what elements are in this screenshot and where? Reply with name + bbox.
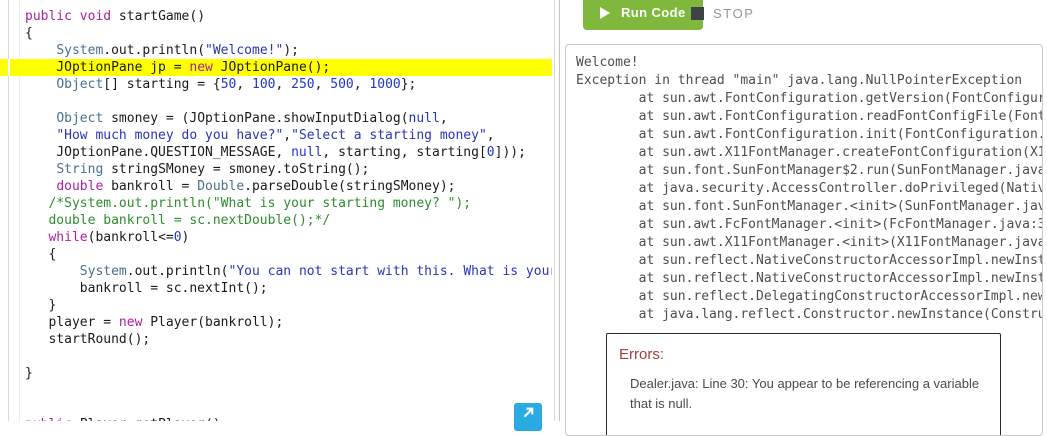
code-line[interactable]: player = new Player(bankroll); bbox=[0, 314, 552, 331]
code-line[interactable]: Object[] starting = {50, 100, 250, 500, … bbox=[0, 76, 552, 93]
code-line[interactable]: public Player getPlayer() bbox=[0, 416, 552, 421]
code-line[interactable]: { bbox=[0, 246, 552, 263]
code-line[interactable]: double bankroll = sc.nextDouble();*/ bbox=[0, 212, 552, 229]
console-output: Welcome! Exception in thread "main" java… bbox=[576, 55, 1042, 322]
expand-editor-button[interactable] bbox=[514, 403, 542, 431]
code-line[interactable] bbox=[0, 382, 552, 399]
code-line[interactable]: while(bankroll<=0) bbox=[0, 229, 552, 246]
code-line[interactable]: System.out.println("Welcome!"); bbox=[0, 42, 552, 59]
code-line[interactable]: startRound(); bbox=[0, 331, 552, 348]
stop-button[interactable]: STOP bbox=[691, 5, 755, 21]
console-output-box[interactable]: Welcome! Exception in thread "main" java… bbox=[565, 44, 1043, 436]
errors-title: Errors: bbox=[619, 346, 664, 363]
code-line[interactable]: String stringSMoney = smoney.toString(); bbox=[0, 161, 552, 178]
run-code-button[interactable]: Run Code bbox=[583, 0, 703, 30]
play-icon bbox=[600, 6, 610, 19]
code-editor[interactable]: public void startGame(){ System.out.prin… bbox=[0, 0, 552, 421]
expand-arrow-icon bbox=[521, 403, 536, 423]
code-line[interactable]: bankroll = sc.nextInt(); bbox=[0, 280, 552, 297]
code-line[interactable]: double bankroll = Double.parseDouble(str… bbox=[0, 178, 552, 195]
code-line[interactable]: "How much money do you have?","Select a … bbox=[0, 127, 552, 144]
error-message: Dealer.java: Line 30: You appear to be r… bbox=[630, 376, 980, 411]
code-line[interactable] bbox=[0, 399, 552, 416]
code-line[interactable]: { bbox=[0, 25, 552, 42]
code-line[interactable]: System.out.println("You can not start wi… bbox=[0, 263, 552, 280]
output-panel: Run Code STOP Welcome! Exception in thre… bbox=[560, 0, 1047, 436]
code-lines: public void startGame(){ System.out.prin… bbox=[0, 8, 552, 421]
code-line[interactable]: public void startGame() bbox=[0, 8, 552, 25]
stop-square-icon bbox=[691, 6, 704, 20]
code-line[interactable]: } bbox=[0, 297, 552, 314]
code-line[interactable] bbox=[0, 93, 552, 110]
run-code-label: Run Code bbox=[621, 5, 686, 20]
pane-divider bbox=[554, 0, 555, 421]
code-line[interactable]: } bbox=[0, 365, 552, 382]
code-line[interactable] bbox=[0, 348, 552, 365]
code-line[interactable]: JOptionPane.QUESTION_MESSAGE, null, star… bbox=[0, 144, 552, 161]
stop-label: STOP bbox=[713, 5, 755, 21]
code-line[interactable]: Object smoney = (JOptionPane.showInputDi… bbox=[0, 110, 552, 127]
code-line[interactable]: /*System.out.println("What is your start… bbox=[0, 195, 552, 212]
code-line[interactable]: JOptionPane jp = new JOptionPane(); bbox=[0, 59, 552, 76]
